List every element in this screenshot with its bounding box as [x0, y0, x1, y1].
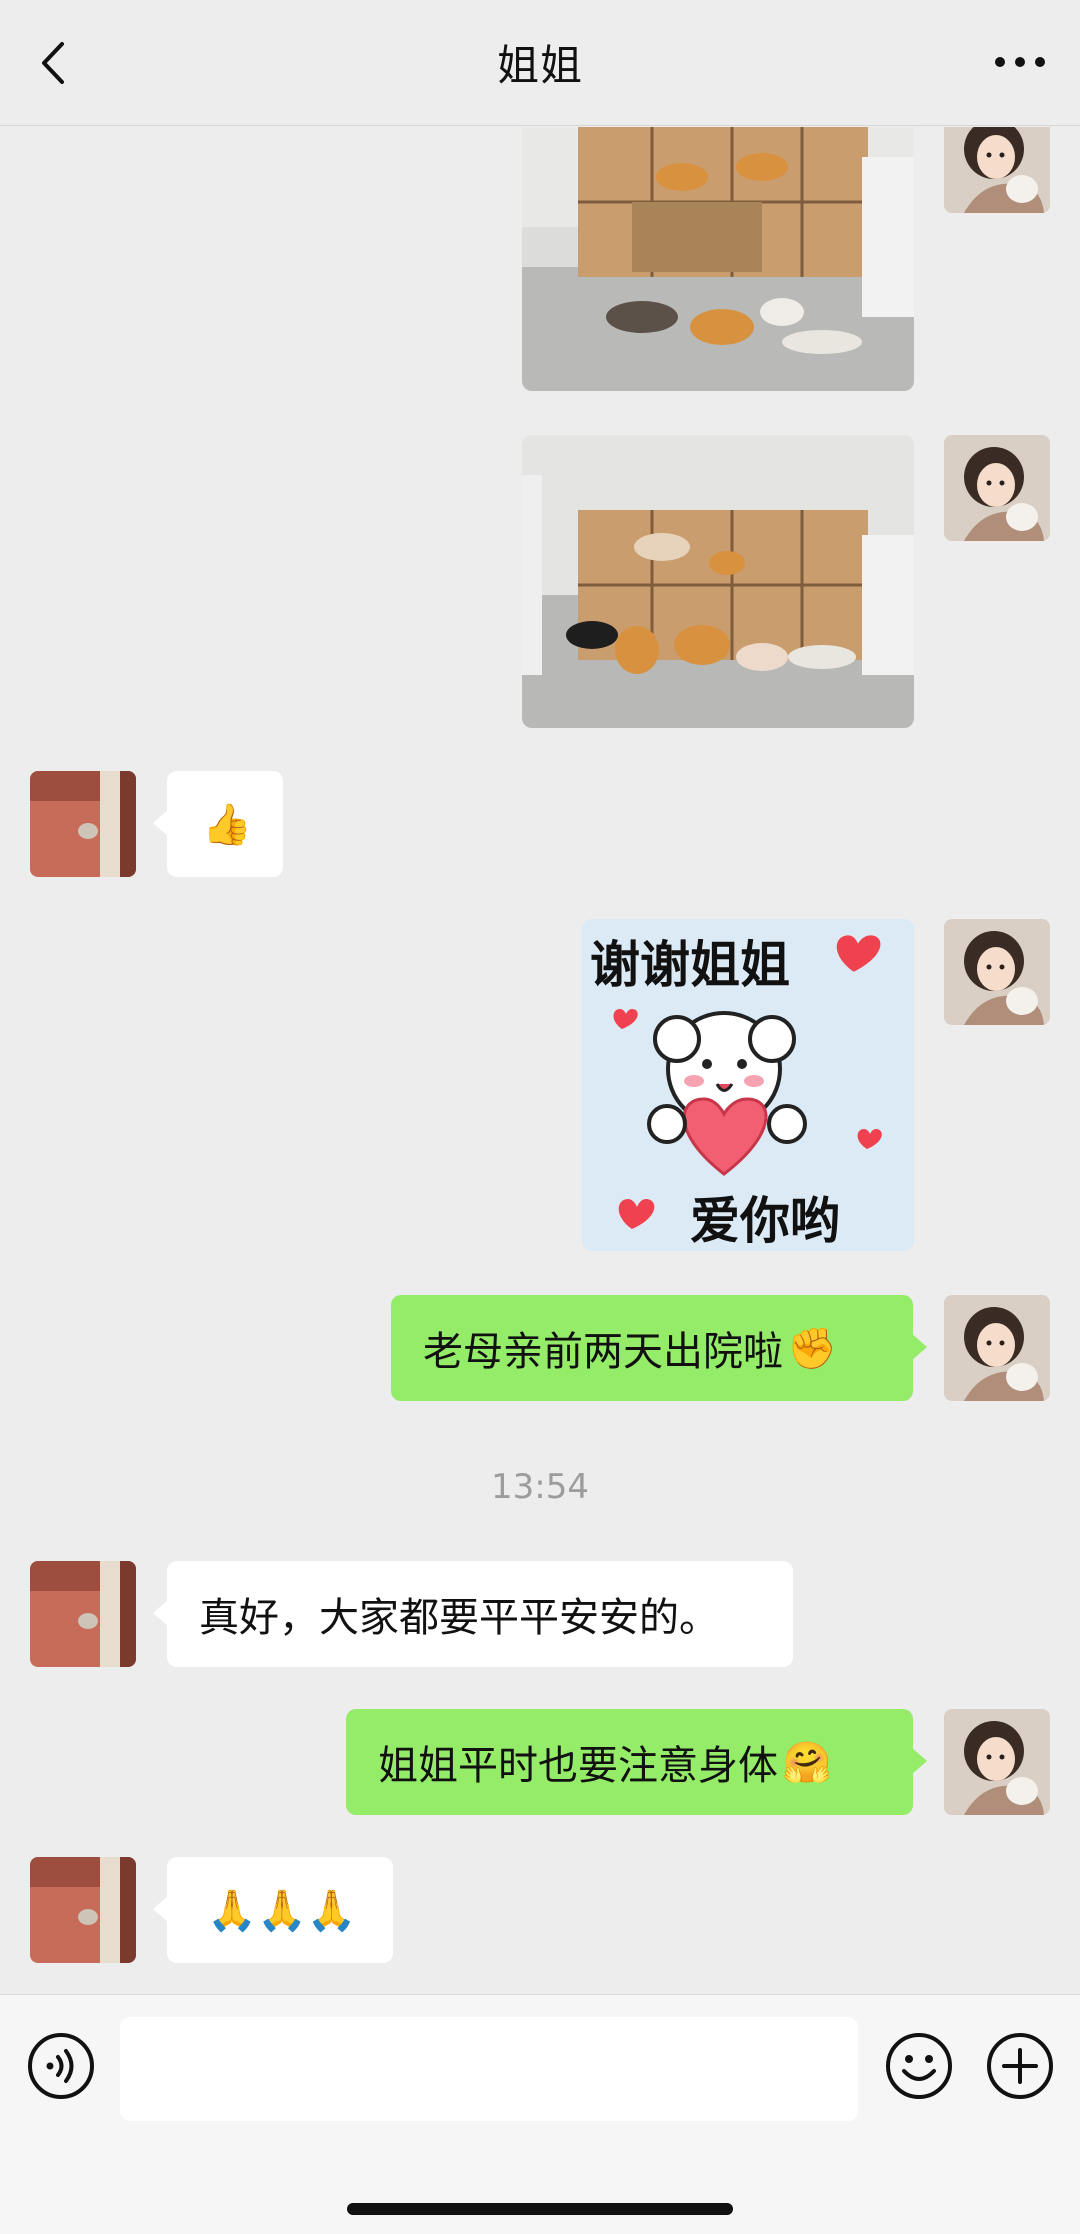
message-list[interactable]: 👍 谢谢姐姐 爱你哟 老母亲前两天出院啦 ✊ 13:54 真好，大家都要平平安安… [0, 127, 1080, 1993]
message-bubble[interactable]: 🙏🙏🙏 [153, 1857, 393, 1963]
chat-title: 姐姐 [496, 41, 583, 90]
input-bar [0, 1994, 1080, 2234]
my-avatar[interactable] [944, 127, 1050, 213]
contact-avatar[interactable] [30, 771, 136, 877]
message-text: 真好，大家都要平平安安的。 [199, 1595, 719, 1641]
fist-emoji: ✊ [787, 1325, 837, 1372]
contact-avatar[interactable] [30, 1857, 136, 1963]
thumbs-up-emoji: 👍 [202, 801, 252, 848]
chevron-left-icon[interactable] [30, 38, 80, 88]
cats-photo-icon [522, 127, 914, 391]
voice-icon[interactable] [26, 2031, 96, 2101]
my-avatar[interactable] [944, 435, 1050, 541]
home-indicator [347, 2203, 733, 2215]
contact-avatar[interactable] [30, 1561, 136, 1667]
my-avatar[interactable] [944, 1709, 1050, 1815]
message-input[interactable] [120, 2017, 858, 2121]
message-bubble[interactable]: 老母亲前两天出院啦 ✊ [391, 1295, 927, 1401]
plus-icon[interactable] [985, 2031, 1055, 2101]
message-bubble[interactable]: 👍 [153, 771, 283, 877]
chat-screen: 姐姐 👍 谢谢姐姐 爱你哟 老母亲前两天出院啦 ✊ 13:54 真好，大家都要平… [0, 0, 1080, 2234]
hug-emoji: 🤗 [782, 1739, 832, 1786]
message-text: 老母亲前两天出院啦 [423, 1329, 783, 1375]
message-bubble[interactable]: 姐姐平时也要注意身体 🤗 [346, 1709, 927, 1815]
timestamp: 13:54 [491, 1467, 589, 1507]
message-text: 姐姐平时也要注意身体 [378, 1743, 778, 1789]
sticker-top-text: 谢谢姐姐 [590, 936, 790, 994]
sticker-message[interactable]: 谢谢姐姐 爱你哟 [582, 919, 914, 1251]
more-dots-icon[interactable] [990, 42, 1050, 82]
my-avatar[interactable] [944, 919, 1050, 1025]
cats-photo-icon [522, 435, 914, 728]
chat-header: 姐姐 [0, 0, 1080, 126]
sticker-bottom-text: 爱你哟 [690, 1192, 840, 1250]
pray-emoji: 🙏🙏🙏 [207, 1887, 357, 1934]
my-avatar[interactable] [944, 1295, 1050, 1401]
emoji-icon[interactable] [884, 2031, 954, 2101]
image-message[interactable] [522, 127, 914, 391]
image-message[interactable] [522, 435, 914, 728]
message-bubble[interactable]: 真好，大家都要平平安安的。 [153, 1561, 793, 1667]
